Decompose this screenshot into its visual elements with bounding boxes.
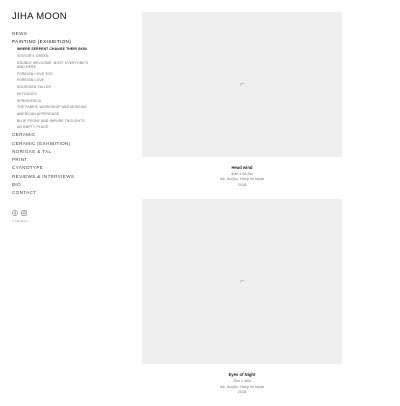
subnav-item-american-appendage[interactable]: AMERICAN APPENDAGE xyxy=(17,112,90,116)
main-nav: NEWS PAINTING (EXHIBITION) WHERE SERPENT… xyxy=(12,31,90,223)
nav-bio[interactable]: BIO xyxy=(12,182,90,187)
subnav-item-foreign-love[interactable]: FOREIGN LOVE xyxy=(17,78,90,82)
artwork-image-placeholder[interactable] xyxy=(142,12,342,157)
subnav-item-empty-place[interactable]: AN EMPTY PLACE xyxy=(17,125,90,129)
artwork-item: Head wind 40in x 56.5in Ink, Acrylic, Ha… xyxy=(142,12,342,189)
subnav-item-springfield[interactable]: SPRINGFIELD xyxy=(17,99,90,103)
subnav-item-ketgungy[interactable]: KETGUNGY xyxy=(17,92,90,96)
artwork-gallery: Head wind 40in x 56.5in Ink, Acrylic, Ha… xyxy=(142,12,342,406)
subnav-item-solvegen-faller[interactable]: SOLVEGEN FALLER xyxy=(17,85,90,89)
nav-reviews-interviews[interactable]: REVIEWS & INTERVIEWS xyxy=(12,174,90,179)
nav-ceramic[interactable]: CERAMIC xyxy=(12,132,90,137)
loading-spinner-icon xyxy=(239,82,245,86)
subnav-item-blue-peony[interactable]: BLUE PEONY AND IMPURE THOUGHTS xyxy=(17,119,90,123)
artwork-caption: Eyes of Night 25in x 36in Ink, Acrylic, … xyxy=(142,372,342,396)
nav-news[interactable]: NEWS xyxy=(12,31,90,36)
nav-cyanotype[interactable]: CYANOTYPE xyxy=(12,165,90,170)
artwork-year: 2018 xyxy=(237,183,247,188)
subnav-item-double-welcome[interactable]: DOUBLE WELCOME: MOST EVERYONE'S MAD HERE xyxy=(17,61,90,69)
facebook-icon[interactable] xyxy=(12,203,18,217)
loading-spinner-icon xyxy=(239,279,245,283)
copyright-text: © Jiha Moon xyxy=(12,219,28,224)
artwork-item: Eyes of Night 25in x 36in Ink, Acrylic, … xyxy=(142,199,342,396)
social-links xyxy=(12,203,90,217)
instagram-icon[interactable] xyxy=(20,203,27,216)
nav-painting-exhibition[interactable]: PAINTING (EXHIBITION) xyxy=(12,39,90,44)
artwork-year: 2018 xyxy=(237,390,247,395)
nav-norigae-tal[interactable]: NORIGAE & TAL xyxy=(12,149,90,154)
nav-contact[interactable]: CONTACT xyxy=(12,190,90,195)
subnav-item-where-serpent[interactable]: WHERE SERPENT CHANGE THEIR SKIN xyxy=(17,47,90,51)
artwork-caption: Head wind 40in x 56.5in Ink, Acrylic, Ha… xyxy=(142,165,342,189)
subnav-item-visitors-green[interactable]: VISITOR'S GREEN xyxy=(17,54,90,58)
subnav-item-fabric-workshop[interactable]: THE FABRIC WORKSHOP AND MUSEUM xyxy=(17,105,90,109)
painting-subnav: WHERE SERPENT CHANGE THEIR SKIN VISITOR'… xyxy=(17,47,90,129)
nav-print[interactable]: PRINT xyxy=(12,157,90,162)
subnav-item-foreign-love-too[interactable]: FOREIGN LOVE TOO xyxy=(17,72,90,76)
site-title[interactable]: JIHA MOON xyxy=(12,11,67,22)
nav-ceramic-exhibition[interactable]: CERAMIC (EXHIBITION) xyxy=(12,141,90,146)
artwork-image-placeholder[interactable] xyxy=(142,199,342,365)
